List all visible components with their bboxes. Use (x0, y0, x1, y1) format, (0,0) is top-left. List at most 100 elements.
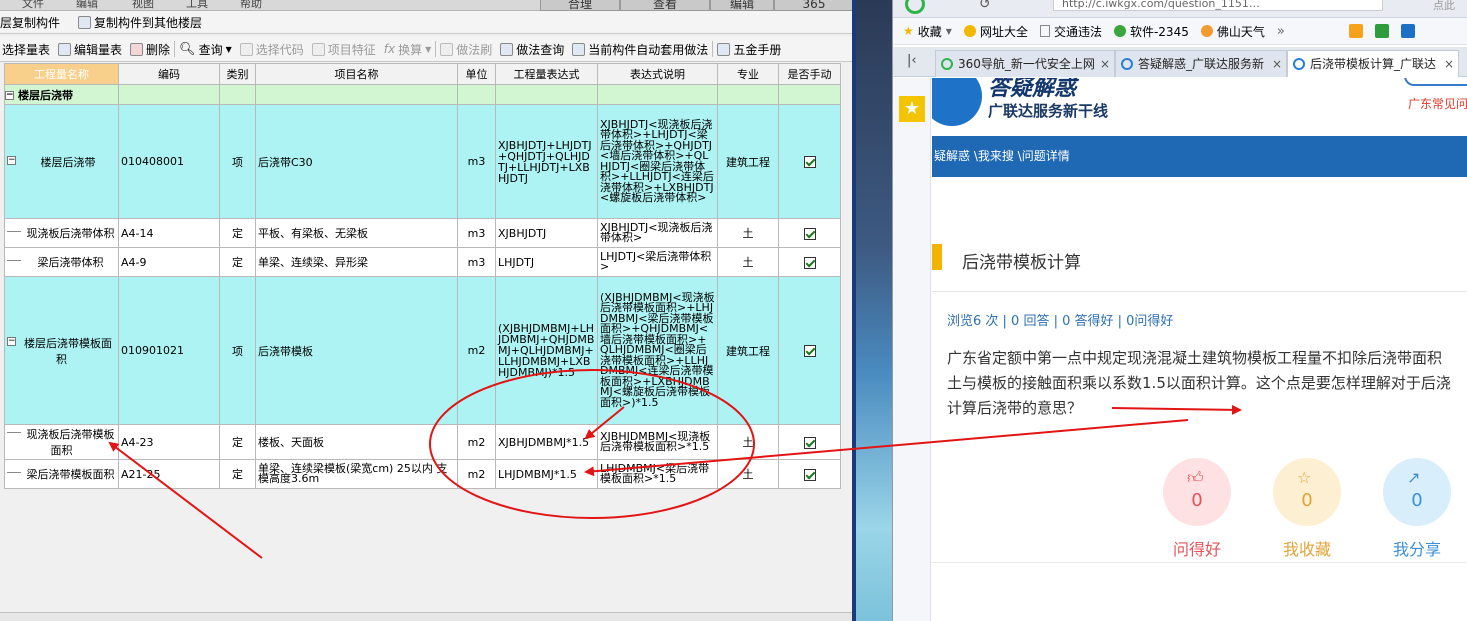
select-quantity-table-button[interactable]: 选择量表 (0, 38, 54, 60)
table-row[interactable]: 现浇板后浇带体积 A4-14 定 平板、有梁板、无梁板 m3 XJBHJDTJ … (4, 218, 841, 248)
convert-dropdown-button[interactable]: fx 换算 ▼ (380, 38, 436, 60)
code-cell[interactable]: A4-14 (118, 218, 220, 248)
expression-cell[interactable]: XJBHJDMBMJ*1.5 (495, 424, 598, 460)
col-header-item-name[interactable]: 项目名称 (255, 63, 458, 85)
breadcrumb[interactable]: 疑解惑 \我来搜 \问题详情 (932, 136, 1467, 177)
table-row[interactable]: − 楼层后浇带 010408001 项 后浇带C30 m3 XJBHJDTJ+LH… (4, 104, 841, 219)
table-row[interactable]: 梁后浇带体积 A4-9 定 单梁、连续梁、异形梁 m3 LHJDTJ LHJDT… (4, 247, 841, 277)
tab-list-icon[interactable]: |‹ (907, 53, 917, 68)
menu-help[interactable]: 帮助 (240, 0, 262, 11)
extension-icon[interactable] (1400, 24, 1415, 38)
major-cell: 建筑工程 (717, 276, 779, 425)
favorite-star-icon[interactable]: ★ (899, 96, 925, 122)
col-header-expression-desc[interactable]: 表达式说明 (597, 63, 718, 85)
manual-checkbox[interactable] (803, 345, 816, 357)
col-header-unit[interactable]: 单位 (457, 63, 496, 85)
back-icon[interactable]: ↺ (979, 0, 991, 12)
expression-cell[interactable]: (XJBHJDMBMJ+LHJDMBMJ+QHJDMBMJ+QLHJDMBMJ+… (495, 276, 598, 425)
group-row[interactable]: − 楼层后浇带 (4, 84, 841, 105)
name-cell: − 楼层后浇带模板面积 (4, 276, 119, 425)
copy-floor-components-button[interactable]: 层复制构件 (0, 11, 64, 33)
col-header-major[interactable]: 专业 (717, 63, 779, 85)
share-count: 0 (1411, 490, 1423, 511)
manual-checkbox[interactable] (803, 436, 816, 449)
delete-button[interactable]: 删除 (126, 38, 174, 60)
col-header-quantity-name[interactable]: 工程量名称 (4, 63, 119, 85)
manual-checkbox[interactable] (803, 156, 816, 168)
manual-checkbox[interactable] (803, 468, 816, 481)
good-question-button[interactable]: 👍︎ 0 问得好 (1163, 458, 1231, 560)
bookmark-sites[interactable]: 网址大全 (963, 23, 1028, 40)
share-button[interactable]: ↗ 0 我分享 (1383, 458, 1451, 560)
item-feature-button[interactable]: 项目特征 (308, 38, 380, 60)
hardware-handbook-button[interactable]: 五金手册 (713, 38, 785, 60)
expression-cell[interactable]: XJBHJDTJ (495, 218, 598, 248)
auto-apply-method-button[interactable]: 当前构件自动套用做法 (568, 38, 712, 60)
method-brush-button[interactable]: 做法刷 (436, 38, 496, 60)
code-cell[interactable]: A21-25 (118, 459, 220, 489)
menu-file[interactable]: 文件 (22, 0, 44, 11)
close-icon[interactable]: × (1100, 51, 1110, 77)
top-tab-check[interactable]: 合理 (540, 0, 620, 11)
code-cell[interactable]: A4-23 (118, 424, 220, 460)
bookmark-weather[interactable]: 佛山天气 (1200, 23, 1265, 40)
edit-quantity-table-button[interactable]: 编辑量表 (54, 38, 126, 60)
question-line: 计算后浇带的意思？ (947, 399, 1083, 417)
major-cell: 土 (717, 459, 779, 489)
code-cell[interactable]: A4-9 (118, 247, 220, 277)
collapse-icon[interactable]: − (7, 155, 16, 165)
tab-question[interactable]: 后浇带模板计算_广联达 × (1287, 50, 1459, 77)
apps-icon[interactable] (1348, 24, 1363, 38)
query-dropdown-button[interactable]: 🔍︎ 查询 ▼ (175, 38, 236, 60)
top-tab-view[interactable]: 查看 (620, 0, 710, 11)
tab-qa-home[interactable]: 答疑解惑_广联达服务新 × (1115, 50, 1287, 77)
table-row[interactable]: 梁后浇带模板面积 A21-25 定 单梁、连续梁模板(梁宽cm) 25以内 支模… (4, 459, 841, 489)
search-box-fragment[interactable]: 点此 (1433, 0, 1455, 13)
table-row[interactable]: 现浇板后浇带模板面积 A4-23 定 楼板、天面板 m2 XJBHJDMBMJ*… (4, 424, 841, 460)
major-cell: 土 (717, 424, 779, 460)
manual-checkbox[interactable] (803, 256, 816, 269)
chevron-down-icon: ▼ (425, 44, 432, 54)
manual-checkbox[interactable] (803, 227, 816, 240)
menu-tools[interactable]: 工具 (186, 0, 208, 11)
code-cell[interactable]: 010901021 (118, 276, 220, 425)
method-search-button[interactable]: 做法查询 (496, 38, 568, 60)
top-tab-365[interactable]: 365 (774, 0, 854, 11)
common-questions-link[interactable]: 广东常见问 (1408, 95, 1467, 112)
item-cell[interactable]: 后浇带模板 (255, 276, 458, 425)
table-row[interactable]: − 楼层后浇带模板面积 010901021 项 后浇带模板 m2 (XJBHJDM… (4, 276, 841, 425)
item-cell[interactable]: 后浇带C30 (255, 104, 458, 219)
more-bookmarks-icon[interactable]: » (1277, 24, 1285, 39)
item-cell[interactable]: 楼板、天面板 (255, 424, 458, 460)
col-header-manual[interactable]: 是否手动 (778, 63, 841, 85)
bookmark-software[interactable]: 软件-2345 (1113, 23, 1189, 40)
col-header-code[interactable]: 编码 (118, 63, 220, 85)
star-icon: ★ (903, 24, 914, 38)
copy-to-other-floors-button[interactable]: 复制构件到其他楼层 (74, 11, 206, 33)
extension-icon[interactable] (1374, 24, 1389, 38)
col-header-expression[interactable]: 工程量表达式 (495, 63, 598, 85)
favorite-button[interactable]: ☆ 0 我收藏 (1273, 458, 1341, 560)
url-input[interactable]: http://c.iwkgx.com/question_1151… (1053, 0, 1383, 11)
expression-cell[interactable]: LHJDTJ (495, 247, 598, 277)
code-cell[interactable]: 010408001 (118, 104, 220, 219)
select-code-button[interactable]: 选择代码 (236, 38, 308, 60)
bookmark-traffic[interactable]: 交通违法 (1039, 23, 1102, 40)
item-cell[interactable]: 单梁、连续梁、异形梁 (255, 247, 458, 277)
page-content: 答疑解惑 广联达服务新干线 广东常见问 疑解惑 \我来搜 \问题详情 后浇带模板… (932, 78, 1467, 621)
item-cell[interactable]: 平板、有梁板、无梁板 (255, 218, 458, 248)
bookmark-favorites[interactable]: ★ 收藏 ▼ (903, 23, 952, 40)
col-header-type[interactable]: 类别 (219, 63, 256, 85)
expression-cell[interactable]: LHJDMBMJ*1.5 (495, 459, 598, 489)
menu-view[interactable]: 视图 (132, 0, 154, 11)
menu-edit[interactable]: 编辑 (76, 0, 98, 11)
tab-360-nav[interactable]: 360导航_新一代安全上网 × (935, 50, 1115, 77)
expression-cell[interactable]: XJBHJDTJ+LHJDTJ+QHJDTJ+QLHJDTJ+LLHJDTJ+L… (495, 104, 598, 219)
site-logo-icon[interactable] (932, 78, 982, 126)
top-tab-edit[interactable]: 编辑 (710, 0, 774, 11)
close-icon[interactable]: × (1444, 51, 1454, 77)
close-icon[interactable]: × (1272, 51, 1282, 77)
item-cell[interactable]: 单梁、连续梁模板(梁宽cm) 25以内 支模高度3.6m (255, 459, 458, 489)
collapse-icon[interactable]: − (7, 336, 16, 346)
collapse-icon[interactable]: − (5, 91, 14, 100)
